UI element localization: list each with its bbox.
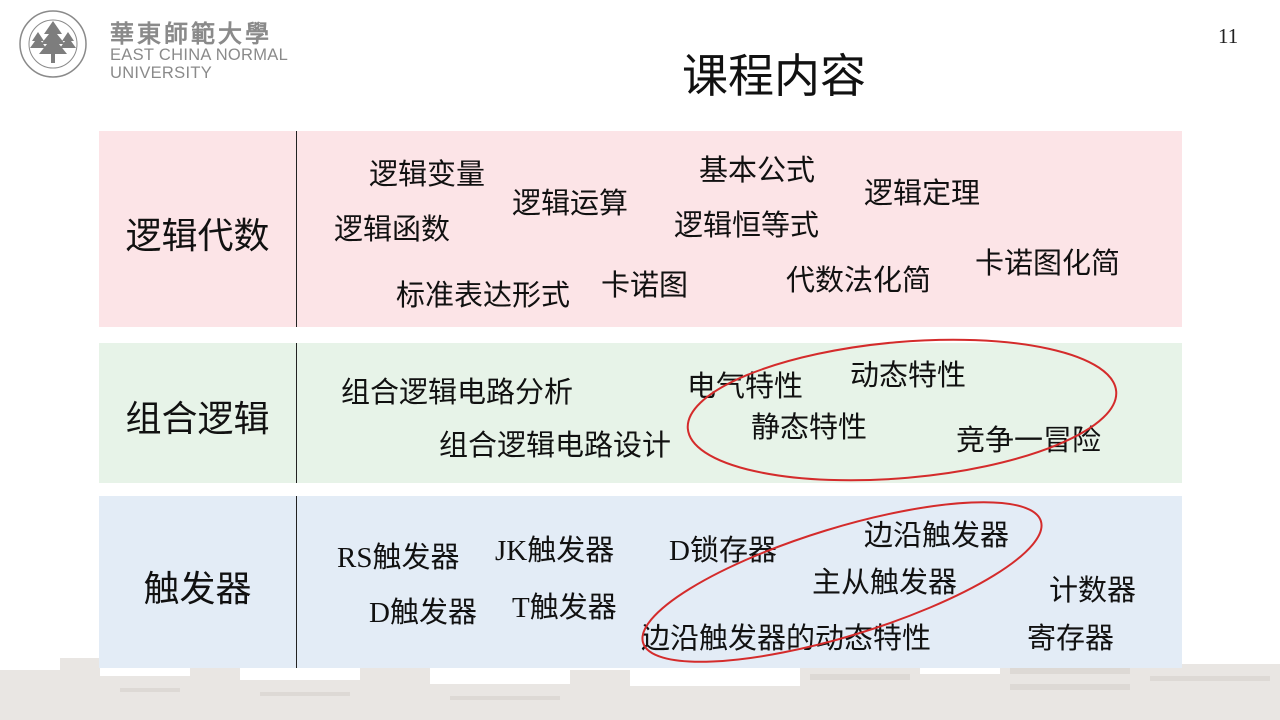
- term-item: 逻辑变量: [369, 157, 486, 191]
- section-heading: 触发器: [143, 569, 252, 610]
- section-flip-flops: 触发器 边沿触发器 RS触发器 JK触发器 D锁存器 主从触发器 计数器 D触发…: [99, 496, 1182, 668]
- term-item: D触发器: [369, 597, 477, 629]
- university-logo: 華東師範大學 EAST CHINA NORMAL UNIVERSITY: [14, 8, 304, 82]
- term-item: 电气特性: [687, 369, 804, 403]
- logo-english-name-line1: EAST CHINA NORMAL: [110, 46, 289, 64]
- term-item: 寄存器: [1027, 621, 1115, 655]
- term-item: 逻辑定理: [864, 176, 981, 210]
- logo-chinese-name: 華東師範大學: [110, 19, 272, 48]
- term-item: 竞争一冒险: [956, 423, 1102, 457]
- term-item: RS触发器: [337, 542, 460, 574]
- section-heading: 组合逻辑: [125, 399, 270, 440]
- term-item: 逻辑运算: [512, 186, 629, 220]
- term-item: 卡诺图化简: [975, 246, 1121, 280]
- section-divider: [296, 131, 297, 327]
- term-item: 组合逻辑电路分析: [341, 375, 574, 409]
- logo-english-name-line2: UNIVERSITY: [110, 64, 213, 82]
- slide-title: 课程内容: [682, 49, 866, 103]
- term-item: 边沿触发器的动态特性: [641, 621, 932, 655]
- term-item: 卡诺图: [601, 268, 689, 302]
- term-item: 逻辑函数: [334, 212, 451, 246]
- page-number: 11: [1218, 24, 1239, 48]
- term-item: 标准表达形式: [396, 278, 571, 312]
- term-item: 静态特性: [751, 410, 868, 444]
- slide: 華東師範大學 EAST CHINA NORMAL UNIVERSITY 11 课…: [0, 0, 1280, 720]
- term-item: 基本公式: [699, 153, 816, 187]
- term-item: 计数器: [1049, 573, 1137, 607]
- term-item: 代数法化简: [786, 263, 932, 297]
- section-combinational-logic: 组合逻辑 组合逻辑电路分析 电气特性 动态特性 静态特性 组合逻辑电路设计 竞争…: [99, 343, 1182, 483]
- term-item: 主从触发器: [812, 565, 958, 599]
- term-item: 动态特性: [850, 358, 967, 392]
- term-item: JK触发器: [495, 535, 615, 567]
- section-logic-algebra: 逻辑代数 逻辑变量 基本公式 逻辑运算 逻辑定理 逻辑函数 逻辑恒等式 卡诺图化…: [99, 131, 1182, 327]
- section-heading: 逻辑代数: [125, 216, 270, 257]
- section-divider: [296, 496, 297, 668]
- section-divider: [296, 343, 297, 483]
- term-item: 组合逻辑电路设计: [439, 428, 672, 462]
- term-item: 边沿触发器: [864, 518, 1010, 552]
- term-item: T触发器: [512, 592, 617, 624]
- term-item: D锁存器: [669, 535, 777, 567]
- term-item: 逻辑恒等式: [674, 208, 820, 242]
- university-emblem-icon: [19, 10, 87, 78]
